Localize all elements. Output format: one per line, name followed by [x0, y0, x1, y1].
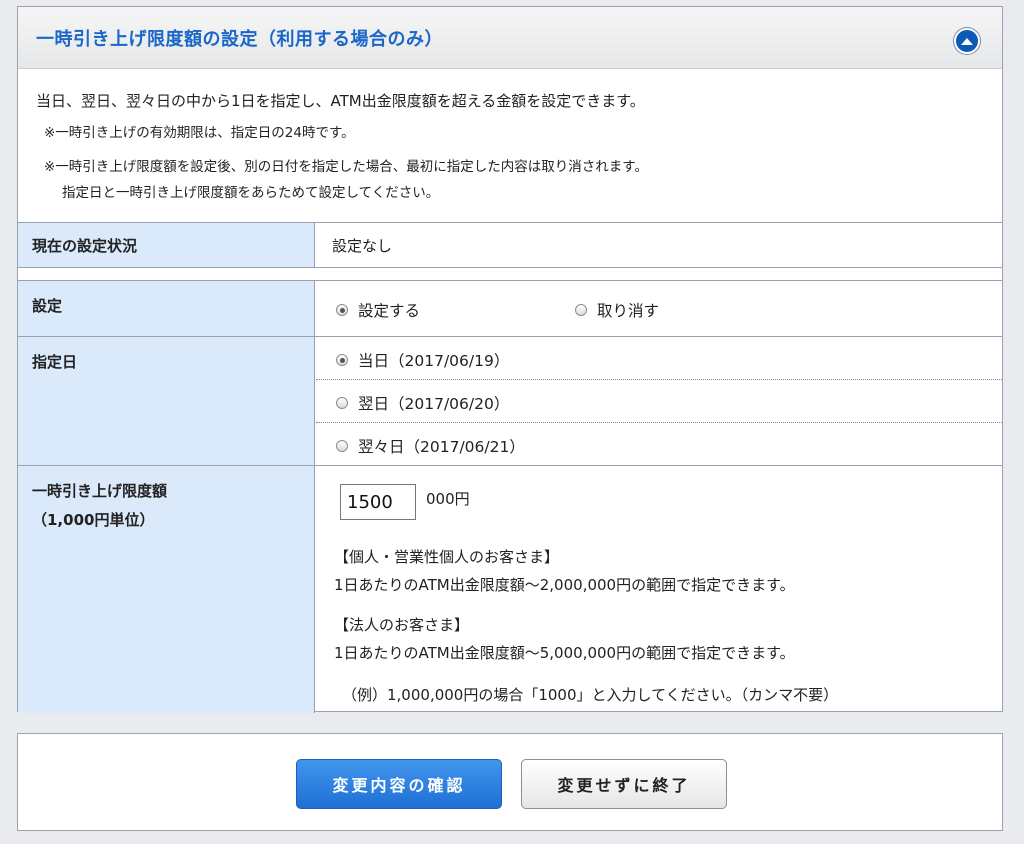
current-status-label: 現在の設定状況	[18, 223, 315, 267]
confirm-changes-button[interactable]: 変更内容の確認	[296, 759, 502, 809]
setting-label: 設定	[18, 281, 315, 337]
radio-day-after-label: 翌々日（2017/06/21）	[358, 438, 525, 456]
current-status-row: 現在の設定状況 設定なし	[18, 222, 1002, 268]
example-text: （例）1,000,000円の場合「1000」と入力してください。（カンマ不要）	[342, 686, 839, 704]
setting-option-set[interactable]: 設定する	[336, 299, 420, 321]
setting-options: 設定する 取り消す	[316, 281, 1002, 337]
radio-tomorrow[interactable]	[336, 397, 348, 409]
corporate-heading: 【法人のお客さま】	[334, 616, 470, 634]
corporate-text: 1日あたりのATM出金限度額～5,000,000円の範囲で指定できます。	[334, 644, 795, 662]
date-row: 指定日 当日（2017/06/19） 翌日（2017/06/20） 翌々日（20…	[18, 336, 1002, 466]
amount-label: 一時引き上げ限度額 （1,000円単位）	[18, 466, 315, 713]
amount-unit: 000円	[426, 490, 470, 508]
radio-set[interactable]	[336, 304, 348, 316]
note-expiry: ※一時引き上げの有効期限は、指定日の24時です。	[44, 125, 355, 141]
radio-day-after[interactable]	[336, 440, 348, 452]
collapse-button[interactable]	[954, 28, 980, 54]
personal-text: 1日あたりのATM出金限度額～2,000,000円の範囲で指定できます。	[334, 576, 795, 594]
date-option-tomorrow[interactable]: 翌日（2017/06/20）	[316, 380, 1002, 423]
setting-row: 設定 設定する 取り消す	[18, 280, 1002, 337]
date-option-day-after[interactable]: 翌々日（2017/06/21）	[316, 423, 1002, 465]
intro-text: 当日、翌日、翌々日の中から1日を指定し、ATM出金限度額を超える金額を設定できま…	[36, 92, 645, 110]
radio-cancel-label: 取り消す	[597, 302, 660, 320]
chevron-up-icon	[961, 38, 973, 45]
limit-setting-panel: 一時引き上げ限度額の設定（利用する場合のみ） 当日、翌日、翌々日の中から1日を指…	[17, 6, 1003, 713]
date-label: 指定日	[18, 337, 315, 466]
date-option-today[interactable]: 当日（2017/06/19）	[316, 337, 1002, 380]
date-options: 当日（2017/06/19） 翌日（2017/06/20） 翌々日（2017/0…	[316, 337, 1002, 466]
exit-without-change-button[interactable]: 変更せずに終了	[521, 759, 727, 809]
radio-cancel[interactable]	[575, 304, 587, 316]
current-status-value: 設定なし	[332, 237, 393, 255]
radio-tomorrow-label: 翌日（2017/06/20）	[358, 395, 510, 413]
date-option-today-line[interactable]: 当日（2017/06/19）	[336, 349, 509, 371]
intro-section: 当日、翌日、翌々日の中から1日を指定し、ATM出金限度額を超える金額を設定できま…	[36, 90, 986, 201]
panel-title: 一時引き上げ限度額の設定（利用する場合のみ）	[36, 29, 443, 50]
date-option-tomorrow-line[interactable]: 翌日（2017/06/20）	[336, 392, 509, 414]
amount-label-main: 一時引き上げ限度額	[32, 482, 168, 500]
panel-header: 一時引き上げ限度額の設定（利用する場合のみ）	[18, 7, 1002, 69]
amount-row: 一時引き上げ限度額 （1,000円単位） 000円 【個人・営業性個人のお客さま…	[18, 465, 1002, 713]
radio-today-label: 当日（2017/06/19）	[358, 352, 510, 370]
note-reset: 指定日と一時引き上げ限度額をあらためて設定してください。	[62, 185, 440, 201]
footer-actions: 変更内容の確認 変更せずに終了	[17, 733, 1003, 831]
amount-value-cell: 000円 【個人・営業性個人のお客さま】 1日あたりのATM出金限度額～2,00…	[316, 466, 1002, 713]
personal-heading: 【個人・営業性個人のお客さま】	[334, 548, 560, 566]
amount-label-unit: （1,000円単位）	[32, 511, 155, 529]
setting-option-cancel[interactable]: 取り消す	[575, 299, 659, 321]
note-override: ※一時引き上げ限度額を設定後、別の日付を指定した場合、最初に指定した内容は取り消…	[44, 159, 648, 175]
radio-today[interactable]	[336, 354, 348, 366]
amount-input[interactable]	[340, 484, 416, 520]
table-gap	[18, 267, 1002, 280]
radio-set-label: 設定する	[358, 302, 421, 320]
date-option-day-after-line[interactable]: 翌々日（2017/06/21）	[336, 435, 525, 457]
